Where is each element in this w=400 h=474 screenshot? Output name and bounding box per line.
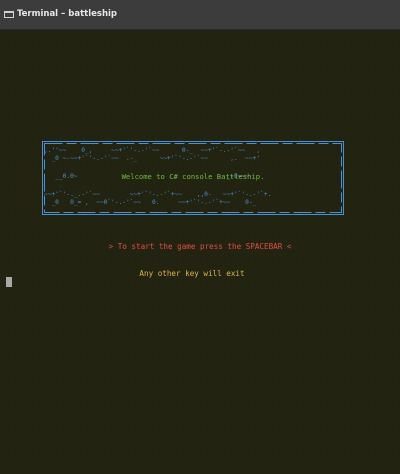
welcome-banner: ,.''~~ 0_, ~~+'`'-.-'`~~ 0-_ ~~+'`-.-'`~… [40,139,346,217]
wave-row-4: ~~+'`'-._.-'`~~ ~~+'`'-.-'`+~~ ,,0- ~~+'… [44,191,272,198]
exit-hint: Any other key will exit [139,269,245,278]
start-prompt: > To start the game press the SPACEBAR < [108,242,292,251]
terminal-icon [4,11,14,18]
welcome-text: Welcome to C# console Battleship. [121,172,265,181]
text-cursor [6,277,12,287]
title-bar: Terminal – battleship [0,0,400,30]
terminal-window: Terminal – battleship ,.''~~ 0_, ~~+'`'-… [0,0,400,474]
window-title: Terminal – battleship [17,9,117,19]
terminal-output[interactable]: ,.''~~ 0_, ~~+'`'-.-'`~~ 0-_ ~~+'`-.-'`~… [0,31,400,474]
wave-row-2: _0 ~-~~+'`'-.-'`~~ .-_ ~~+'`'-.-'`~~ ,. … [44,155,261,162]
wave-row-1: ,.''~~ 0_, ~~+'`'-.-'`~~ 0-_ ~~+'`-.-'`~… [44,147,261,154]
wave-row-5: _0 0_= , ~~0`'-.-'`~~ 0. ~~+'`'-.-'`+~~ … [44,199,257,206]
